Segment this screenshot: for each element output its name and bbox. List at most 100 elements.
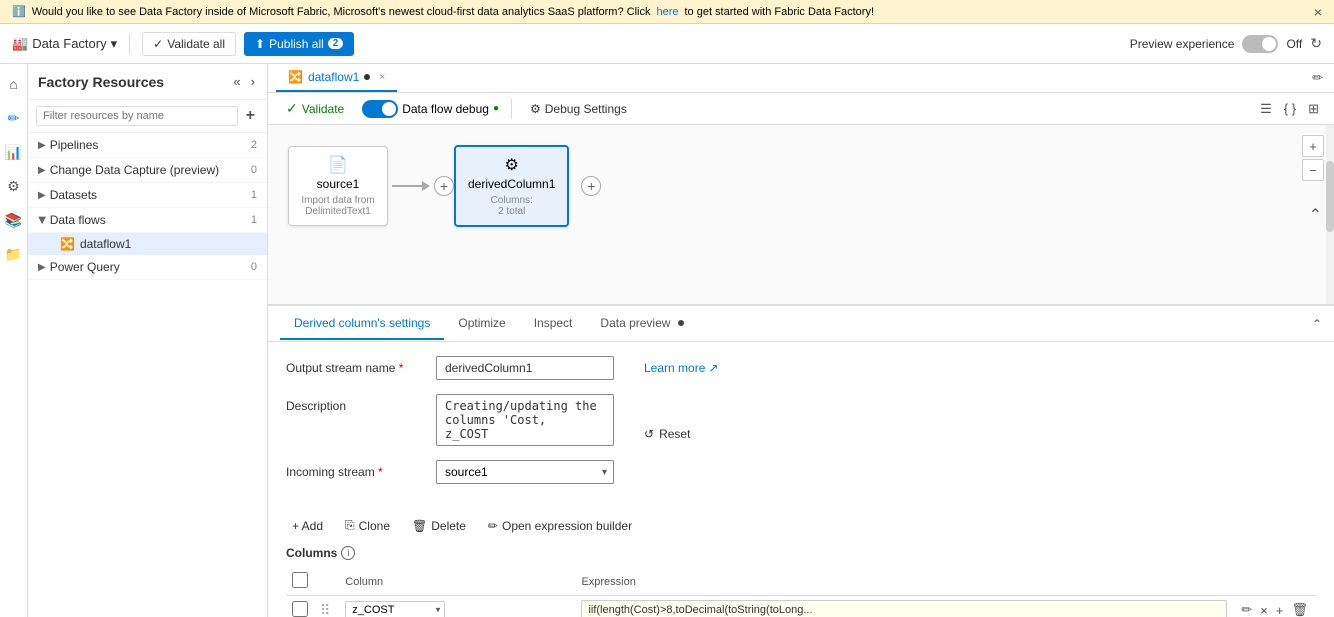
derived-column-node-box[interactable]: ⚙ derivedColumn1 Columns:2 total — [454, 145, 569, 227]
filter-row: + — [28, 100, 267, 133]
drag-handle-icon[interactable]: ⠿ — [320, 602, 330, 617]
incoming-stream-row: Incoming stream * source1 ▾ — [286, 460, 614, 484]
row-add-icon[interactable]: + — [1274, 601, 1286, 617]
toolbar-right: Preview experience Off ↻ — [1130, 35, 1322, 53]
canvas-inner: 📄 source1 Import data fromDelimitedText1… — [268, 125, 1334, 247]
incoming-stream-select[interactable]: source1 — [437, 461, 613, 483]
canvas-scrollbar[interactable] — [1326, 125, 1334, 304]
resources-title: Factory Resources — [38, 74, 164, 90]
zoom-out-button[interactable]: − — [1302, 159, 1324, 181]
validate-label: Validate — [302, 102, 344, 116]
banner-close-button[interactable]: × — [1314, 4, 1322, 20]
columns-info-icon[interactable]: i — [341, 546, 355, 560]
arrow-line — [392, 185, 422, 187]
tab-icon: 🔀 — [288, 70, 303, 84]
add-column-button[interactable]: + Add — [286, 516, 329, 536]
tab-bar: 🔀 dataflow1 × ✏ — [268, 64, 1334, 93]
brand-chevron[interactable]: ▾ — [111, 36, 118, 52]
dataflow-icon: 🔀 — [60, 237, 75, 251]
publish-all-button[interactable]: ⬆ Publish all 2 — [244, 32, 354, 56]
collapse-all-icon[interactable]: « — [231, 72, 242, 91]
learn-more-link[interactable]: Learn more ↗ — [644, 361, 718, 375]
clone-button[interactable]: ⎘ Clone — [339, 515, 396, 536]
expression-builder-button[interactable]: ✏ Open expression builder — [482, 516, 638, 536]
sidebar-item-powerquery[interactable]: ▶ Power Query 0 — [28, 255, 267, 280]
tab-inspect[interactable]: Inspect — [520, 308, 587, 340]
delete-button[interactable]: 🗑 Delete — [406, 516, 472, 536]
source-node-box[interactable]: 📄 source1 Import data fromDelimitedText1 — [288, 146, 388, 226]
publish-label: Publish all — [269, 37, 324, 51]
nav-monitor-button[interactable]: 📊 — [2, 140, 26, 164]
df-separator — [511, 99, 512, 119]
debug-settings-label: Debug Settings — [545, 102, 627, 116]
pq-chevron: ▶ — [38, 262, 46, 273]
expression-edit-icon[interactable]: ✏ — [1239, 600, 1254, 617]
action-row: + Add ⎘ Clone 🗑 Delete ✏ Open expression… — [268, 515, 1334, 536]
nav-edit-button[interactable]: ✏ — [2, 106, 26, 130]
dataflows-chevron: ▶ — [36, 216, 47, 224]
sidebar-item-datasets[interactable]: ▶ Datasets 1 — [28, 183, 267, 208]
description-input[interactable]: Creating/updating the columns 'Cost, z_C… — [436, 394, 614, 446]
arrow-head — [422, 181, 430, 191]
code-view-icon[interactable]: { } — [1281, 98, 1299, 120]
validate-all-button[interactable]: ✓ Validate all — [142, 32, 236, 56]
validate-icon: ✓ — [153, 37, 163, 51]
column-name-select[interactable]: z_COST — [345, 601, 445, 617]
brand-icon: 🏭 — [12, 36, 28, 52]
list-view-icon[interactable]: ☰ — [1257, 98, 1275, 120]
validate-button[interactable]: ✓ Validate — [280, 97, 350, 120]
refresh-button[interactable]: ↻ — [1310, 35, 1322, 52]
nav-learn-button[interactable]: 📚 — [2, 208, 26, 232]
nav-resources-button[interactable]: 📁 — [2, 242, 26, 266]
output-stream-input[interactable] — [436, 356, 614, 380]
expression-cell: decimal — [581, 600, 1227, 617]
clone-icon: ⎘ — [345, 518, 355, 533]
tab-derived-settings[interactable]: Derived column's settings — [280, 308, 444, 340]
validate-label: Validate all — [167, 37, 225, 51]
row-remove-icon[interactable]: 🗑 — [1289, 600, 1310, 617]
add-node-before-button[interactable]: + — [434, 176, 454, 196]
source-node: 📄 source1 Import data fromDelimitedText1 — [288, 146, 388, 226]
add-node-after-button[interactable]: + — [581, 176, 601, 196]
main-content: 🔀 dataflow1 × ✏ ✓ Validate Data flow deb… — [268, 64, 1334, 617]
tab-unsaved-dot — [364, 74, 370, 80]
tab-optimize[interactable]: Optimize — [444, 308, 519, 340]
debug-settings-button[interactable]: ⚙ Debug Settings — [524, 99, 633, 119]
icon-sidebar: ⌂ ✏ 📊 ⚙ 📚 📁 — [0, 64, 28, 617]
expression-input[interactable] — [581, 600, 1227, 617]
debug-toggle-switch[interactable] — [362, 100, 398, 118]
row-delete-icon[interactable]: × — [1258, 601, 1270, 617]
add-resource-button[interactable]: + — [242, 107, 259, 125]
settings-view-icon[interactable]: ⊞ — [1305, 98, 1322, 120]
banner-link[interactable]: here — [656, 6, 678, 18]
reset-button[interactable]: ↺ Reset — [644, 423, 718, 441]
sidebar-item-cdc[interactable]: ▶ Change Data Capture (preview) 0 — [28, 158, 267, 183]
tab-icons: ✏ — [1309, 67, 1326, 89]
resources-header: Factory Resources « › — [28, 64, 267, 100]
zoom-in-button[interactable]: + — [1302, 135, 1324, 157]
table-row: ⠿ z_COST ▾ — [286, 596, 1316, 617]
preview-toggle[interactable] — [1242, 35, 1278, 53]
select-all-checkbox[interactable] — [292, 572, 308, 588]
nav-home-button[interactable]: ⌂ — [2, 72, 26, 96]
derived-column-icon: ⚙ — [468, 155, 555, 175]
derived-column-title: derivedColumn1 — [468, 177, 555, 191]
edit-icon[interactable]: ✏ — [1309, 67, 1326, 89]
debug-status-dot: ● — [493, 103, 499, 114]
publish-badge: 2 — [328, 38, 344, 49]
expand-icon[interactable]: › — [249, 72, 257, 91]
collapse-panel-button[interactable]: ⌃ — [1309, 205, 1322, 225]
sidebar-item-dataflow1[interactable]: 🔀 dataflow1 — [28, 233, 267, 255]
nav-manage-button[interactable]: ⚙ — [2, 174, 26, 198]
bottom-panel-collapse-button[interactable]: ⌃ — [1312, 317, 1322, 331]
debug-toggle-group: Data flow debug ● — [362, 100, 499, 118]
debug-label: Data flow debug — [402, 102, 489, 116]
tab-data-preview[interactable]: Data preview — [586, 308, 697, 340]
tab-dataflow1[interactable]: 🔀 dataflow1 × — [276, 64, 397, 92]
sidebar-item-pipelines[interactable]: ▶ Pipelines 2 — [28, 133, 267, 158]
row-checkbox[interactable] — [292, 601, 308, 617]
resources-panel: Factory Resources « › + ▶ Pipelines 2 ▶ … — [28, 64, 268, 617]
filter-input[interactable] — [36, 106, 238, 126]
tab-close-button[interactable]: × — [379, 72, 385, 83]
sidebar-item-dataflows[interactable]: ▶ Data flows 1 — [28, 208, 267, 233]
